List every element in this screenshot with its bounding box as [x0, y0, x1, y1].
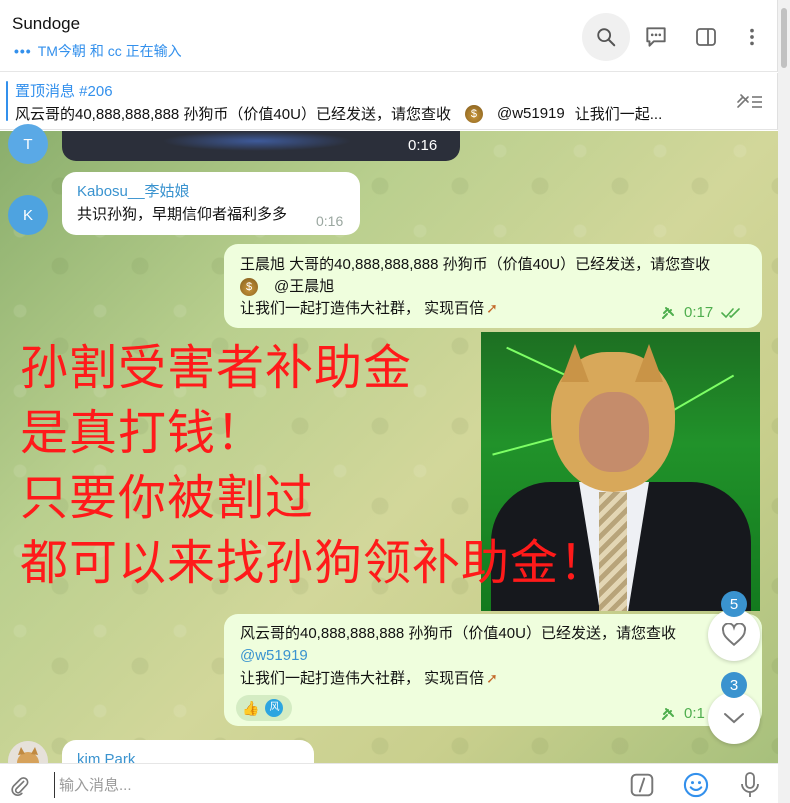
pinned-mention: @w51919: [496, 105, 565, 122]
message-bubble[interactable]: Kabosu__李姑娘 共识孙狗，早期信仰者福利多多 0:16: [62, 172, 360, 235]
message-text: 共识孙狗，早期信仰者福利多多: [77, 206, 288, 223]
message-input[interactable]: [54, 772, 594, 798]
message-bubble[interactable]: 风云哥的40,888,888,888 孙狗币（价值40U）已经发送，请您查收 @…: [224, 614, 762, 726]
scroll-down-button[interactable]: [708, 692, 760, 744]
sidebar-toggle-icon: [696, 28, 716, 46]
avatar[interactable]: K: [8, 195, 48, 235]
overlay-text: 都可以来找孙狗领补助金！: [20, 535, 609, 591]
overlay-text: 是真打钱！: [20, 405, 266, 461]
overlay-text: 孙割受害者补助金: [20, 340, 413, 396]
sidebar-toggle-button[interactable]: [682, 13, 730, 61]
search-button[interactable]: [582, 13, 630, 61]
voice-record-button[interactable]: [735, 770, 765, 800]
pin-icon: [662, 307, 674, 319]
video-duration: 0:16: [408, 137, 438, 154]
message-meta: 0:1: [660, 703, 705, 725]
pinned-message-bar[interactable]: 置顶消息 #206 风云哥的40,888,888,888 孙狗币（价值40U）已…: [0, 73, 778, 130]
pin-icon: [662, 708, 674, 720]
face-shape: [579, 392, 649, 472]
unread-count-badge: 3: [721, 672, 747, 698]
chat-title[interactable]: Sundoge: [12, 14, 80, 34]
more-options-button[interactable]: [728, 13, 776, 61]
comments-icon: [646, 27, 666, 47]
comments-button[interactable]: [632, 13, 680, 61]
search-icon: [597, 28, 616, 47]
avatar[interactable]: T: [8, 124, 48, 164]
message-time: 0:1: [684, 705, 705, 722]
attach-button[interactable]: [6, 772, 34, 800]
chevron-down-icon: [724, 713, 744, 724]
money-bag-icon: $: [240, 278, 258, 296]
reaction-avatar: 风: [265, 699, 284, 717]
scrollbar-thumb[interactable]: [781, 8, 787, 68]
command-button[interactable]: [627, 770, 657, 800]
message-time: 0:16: [316, 213, 344, 229]
telegram-window: Sundoge ••• TM今朝 和 cc 正在输入 置顶消息 #206 风云哥…: [0, 0, 790, 803]
paperclip-icon: [11, 777, 29, 796]
message-line: 让我们一起打造伟大社群， 实现百倍 ➚: [240, 667, 498, 690]
message-text: 风云哥的40,888,888,888 孙狗币（价值40U）已经发送，请您查收: [240, 625, 676, 642]
reaction-chip[interactable]: 👍 风: [236, 695, 292, 721]
emoji-icon: [683, 772, 709, 798]
reactions-count-badge: 5: [721, 591, 747, 617]
pin-list-icon: [737, 94, 762, 108]
message-meta: 0:17: [660, 302, 743, 324]
double-check-icon: [721, 308, 741, 319]
rocket-icon: ➚: [486, 670, 498, 686]
message-mention[interactable]: @w51919: [240, 645, 308, 667]
message-line: 让我们一起打造伟大社群， 实现百倍 ➚: [240, 297, 498, 320]
message-bubble[interactable]: 王晨旭 大哥的40,888,888,888 孙狗币（价值40U）已经发送，请您查…: [224, 244, 762, 328]
message-time: 0:17: [684, 304, 714, 321]
rocket-icon: ➚: [486, 300, 498, 316]
pinned-text-tail: 让我们一起...: [574, 106, 663, 123]
pinned-title: 置顶消息 #206: [15, 83, 113, 100]
heart-icon: [721, 623, 747, 647]
pinned-indicator: [6, 81, 8, 121]
overlay-text: 只要你被割过: [20, 470, 315, 526]
message-mention[interactable]: @王晨旭: [274, 276, 334, 298]
message-line: $ @王晨旭: [240, 276, 334, 298]
pinned-text: 风云哥的40,888,888,888 孙狗币（价值40U）已经发送，请您查收: [15, 106, 451, 123]
pinned-list-button[interactable]: [728, 87, 768, 117]
typing-text: TM今朝 和 cc 正在输入: [37, 43, 182, 59]
chat-header: Sundoge ••• TM今朝 和 cc 正在输入: [0, 0, 778, 72]
emoji-button[interactable]: [681, 770, 711, 800]
scrollbar-track[interactable]: [778, 0, 790, 803]
money-bag-icon: $: [464, 104, 483, 123]
typing-indicator: ••• TM今朝 和 cc 正在输入: [14, 41, 182, 61]
pinned-preview: 风云哥的40,888,888,888 孙狗币（价值40U）已经发送，请您查收 $…: [15, 103, 705, 124]
slash-command-icon: [630, 773, 654, 797]
more-vertical-icon: [750, 28, 754, 46]
message-text: 让我们一起打造伟大社群， 实现百倍: [240, 670, 485, 687]
video-message[interactable]: [62, 131, 460, 161]
message-composer: [0, 763, 778, 803]
typing-dots-icon: •••: [14, 43, 32, 59]
message-text: 王晨旭 大哥的40,888,888,888 孙狗币（价值40U）已经发送，请您查…: [240, 256, 711, 273]
sender-name[interactable]: Kabosu__李姑娘: [77, 181, 190, 203]
microphone-icon: [741, 772, 759, 797]
message-text: 让我们一起打造伟大社群， 实现百倍: [240, 300, 485, 317]
thumbs-up-icon: 👍: [242, 700, 260, 716]
